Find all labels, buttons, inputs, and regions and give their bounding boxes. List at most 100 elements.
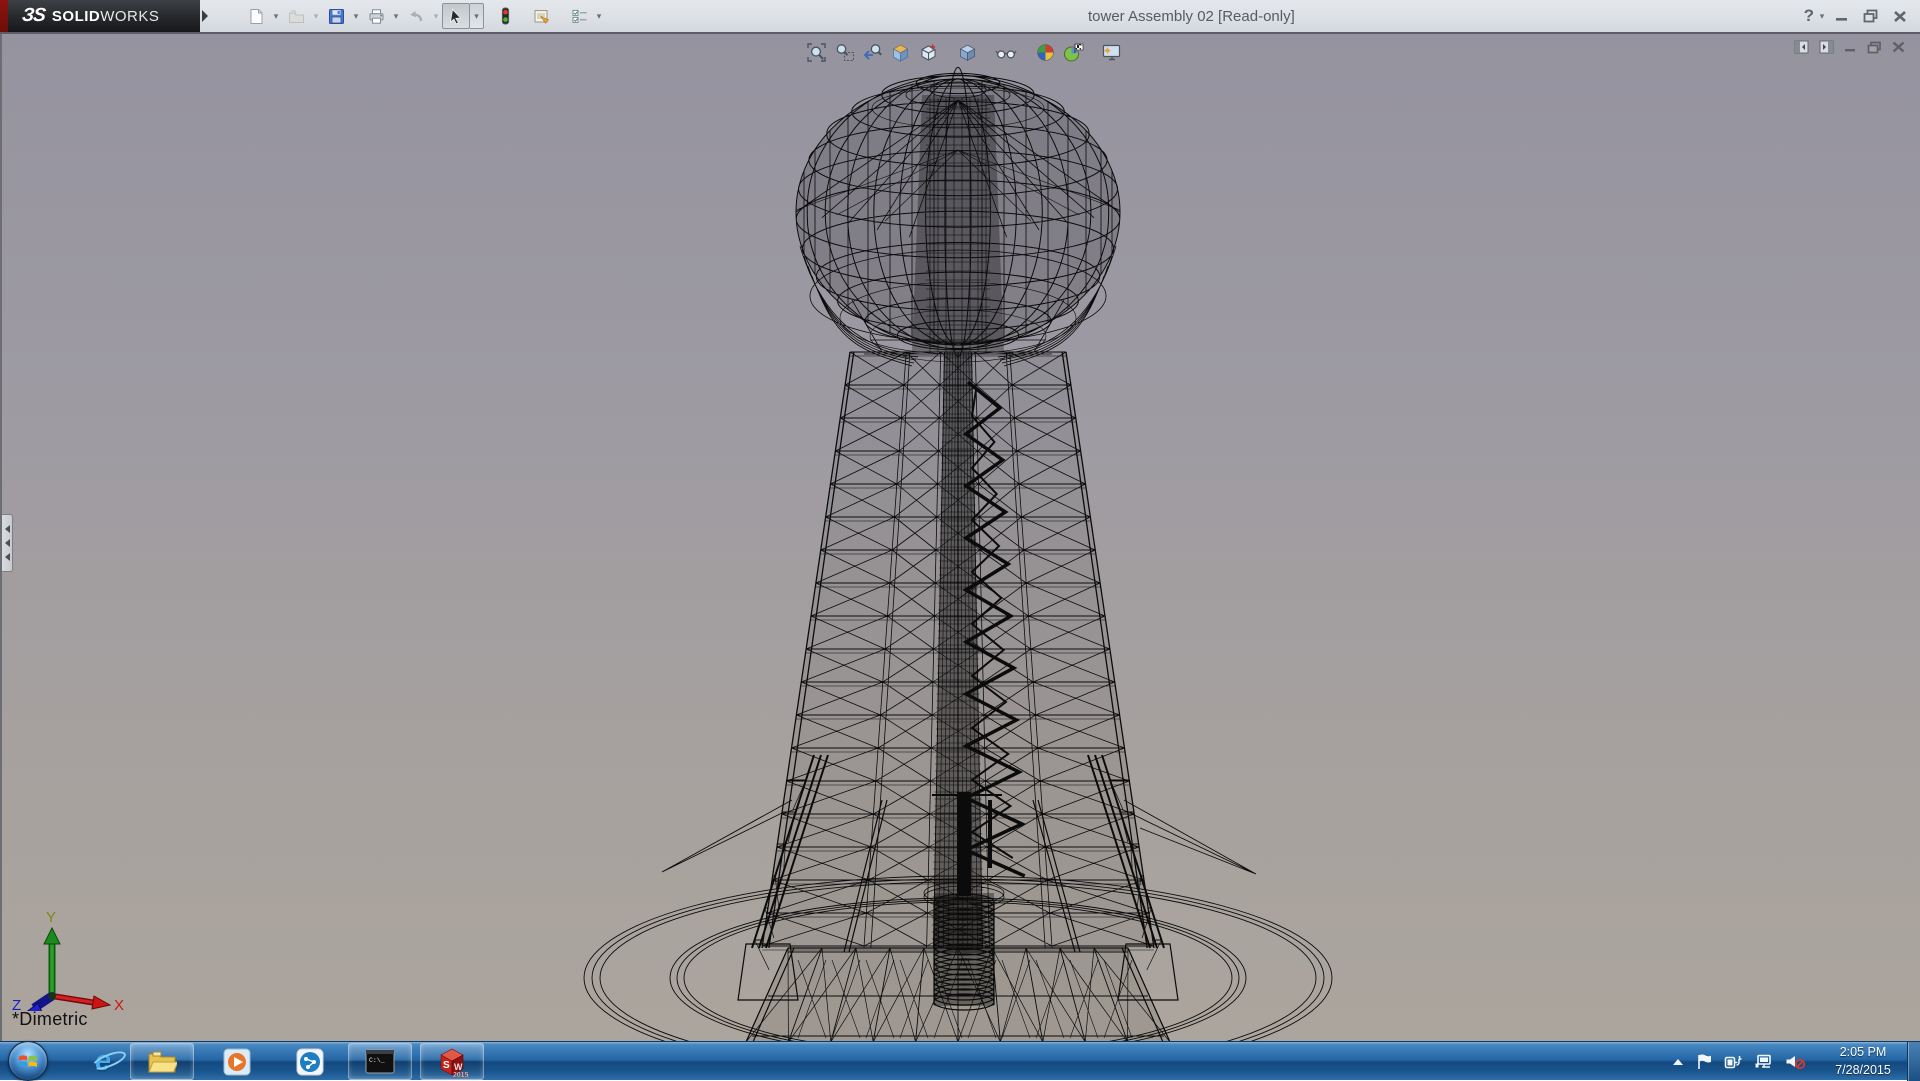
taskbar-command-prompt[interactable]: C:\_ xyxy=(348,1043,412,1080)
feature-panel-collapse-tab[interactable] xyxy=(2,514,13,572)
3ds-logo-mark: ЗS xyxy=(21,5,46,27)
display-style-icon xyxy=(957,42,978,63)
open-button[interactable] xyxy=(283,3,309,29)
select-arrow-icon xyxy=(448,8,464,25)
undo-button[interactable] xyxy=(403,3,429,29)
open-folder-icon xyxy=(288,8,305,25)
start-button[interactable] xyxy=(8,1041,48,1081)
action-center-flag-icon[interactable] xyxy=(1696,1053,1712,1070)
folder-icon xyxy=(147,1050,177,1074)
doc-close-button[interactable] xyxy=(1892,41,1905,53)
network-icon[interactable] xyxy=(1754,1054,1773,1070)
triad-x-label: X xyxy=(114,997,124,1011)
open-dropdown[interactable]: ▾ xyxy=(310,11,322,22)
brand-works: WORKS xyxy=(100,8,159,25)
tray-time: 2:05 PM xyxy=(1820,1044,1906,1062)
new-dropdown[interactable]: ▾ xyxy=(270,11,282,22)
share-app-icon xyxy=(296,1048,324,1076)
print-dropdown[interactable]: ▾ xyxy=(390,11,402,22)
windows-flag-icon xyxy=(17,1050,39,1072)
print-icon xyxy=(368,8,385,25)
model-wireframe[interactable] xyxy=(2,34,1920,1041)
restore-icon xyxy=(1863,9,1879,23)
appearance-sphere-icon xyxy=(1035,42,1056,63)
titlebar: ЗS SOLIDWORKS ▾ ▾ ▾ ▾ ▾ ▾ ▾ tower Assemb… xyxy=(0,0,1920,34)
power-plug-icon[interactable] xyxy=(1724,1054,1742,1070)
new-document-button[interactable] xyxy=(243,3,269,29)
select-tool-button[interactable] xyxy=(442,3,470,29)
options-button[interactable] xyxy=(566,3,592,29)
window-title: tower Assembly 02 [Read-only] xyxy=(1088,8,1295,25)
close-button[interactable] xyxy=(1893,10,1907,23)
orientation-triad: Y X Z xyxy=(4,906,144,1011)
display-style-button[interactable] xyxy=(956,41,978,63)
headsup-view-toolbar xyxy=(802,39,1126,65)
command-prompt-icon: C:\_ xyxy=(365,1049,395,1074)
zoom-to-fit-button[interactable] xyxy=(805,41,827,63)
previous-view-button[interactable] xyxy=(861,41,883,63)
system-tray: 2:05 PM 7/28/2015 xyxy=(1666,1042,1906,1081)
menu-expand-arrow[interactable] xyxy=(202,10,208,22)
taskbar-media-player[interactable] xyxy=(212,1043,262,1080)
minimize-icon xyxy=(1835,10,1849,22)
pane-right-icon xyxy=(1819,40,1834,54)
chevron-left-icon xyxy=(5,553,10,561)
triad-y-label: Y xyxy=(46,909,56,926)
windows-taskbar: e C:\_ S xyxy=(0,1041,1920,1080)
undo-dropdown[interactable]: ▾ xyxy=(430,11,442,22)
view-orientation-icon xyxy=(918,42,939,63)
restore-button[interactable] xyxy=(1863,9,1879,23)
doc-minimize-button[interactable] xyxy=(1844,41,1857,53)
hide-show-items-button[interactable] xyxy=(995,41,1017,63)
svg-text:S: S xyxy=(443,1060,450,1071)
traffic-light-icon xyxy=(500,7,511,26)
brand-red-strip xyxy=(0,0,8,32)
pane-left-button[interactable] xyxy=(1794,40,1809,54)
apply-scene-button[interactable] xyxy=(1062,41,1084,63)
view-orientation-button[interactable] xyxy=(917,41,939,63)
main-toolbar: ▾ ▾ ▾ ▾ ▾ ▾ ▾ xyxy=(242,0,605,32)
options-dropdown[interactable]: ▾ xyxy=(593,11,605,22)
section-view-icon xyxy=(890,42,911,63)
help-button[interactable]: ? xyxy=(1804,6,1814,26)
select-tool-dropdown[interactable]: ▾ xyxy=(470,3,484,29)
rebuild-button[interactable] xyxy=(529,3,555,29)
section-view-button[interactable] xyxy=(889,41,911,63)
taskbar-internet-explorer[interactable]: e xyxy=(80,1043,126,1080)
view-settings-button[interactable] xyxy=(1101,41,1123,63)
cmd-screen-text: C:\_ xyxy=(369,1057,385,1064)
apply-scene-icon xyxy=(1062,42,1084,63)
taskbar-share-app[interactable] xyxy=(284,1043,336,1080)
show-hidden-icons-button[interactable] xyxy=(1673,1059,1683,1065)
interference-light-button[interactable] xyxy=(492,3,518,29)
solidworks-cube-icon: S W 2015 xyxy=(436,1046,468,1078)
tray-date: 7/28/2015 xyxy=(1820,1062,1906,1080)
help-dropdown[interactable]: ▾ xyxy=(1816,11,1828,22)
show-desktop-button[interactable] xyxy=(1907,1042,1920,1081)
save-icon xyxy=(328,8,345,25)
close-icon xyxy=(1893,10,1907,23)
tray-clock[interactable]: 2:05 PM 7/28/2015 xyxy=(1820,1044,1906,1079)
ie-orbit-ring xyxy=(90,1048,128,1074)
taskbar-solidworks[interactable]: S W 2015 xyxy=(420,1043,484,1080)
graphics-viewport[interactable]: Y X Z *Dimetric xyxy=(0,34,1920,1041)
minimize-icon xyxy=(1844,41,1857,53)
save-dropdown[interactable]: ▾ xyxy=(350,11,362,22)
brand-solid: SOLID xyxy=(52,8,100,25)
doc-restore-button[interactable] xyxy=(1867,41,1882,54)
document-window-controls xyxy=(1789,40,1910,54)
zoom-to-area-button[interactable] xyxy=(833,41,855,63)
edit-appearance-button[interactable] xyxy=(1034,41,1056,63)
zoom-to-fit-icon xyxy=(806,42,827,63)
undo-icon xyxy=(407,8,425,25)
save-button[interactable] xyxy=(323,3,349,29)
minimize-button[interactable] xyxy=(1835,10,1849,22)
previous-view-icon xyxy=(862,42,883,63)
taskbar-windows-explorer[interactable] xyxy=(130,1043,194,1080)
volume-muted-icon[interactable] xyxy=(1785,1053,1806,1070)
solidworks-badge: 2015 xyxy=(453,1072,468,1078)
print-button[interactable] xyxy=(363,3,389,29)
pane-right-button[interactable] xyxy=(1819,40,1834,54)
rebuild-stamp-icon xyxy=(533,8,551,25)
svg-text:W: W xyxy=(454,1062,463,1072)
